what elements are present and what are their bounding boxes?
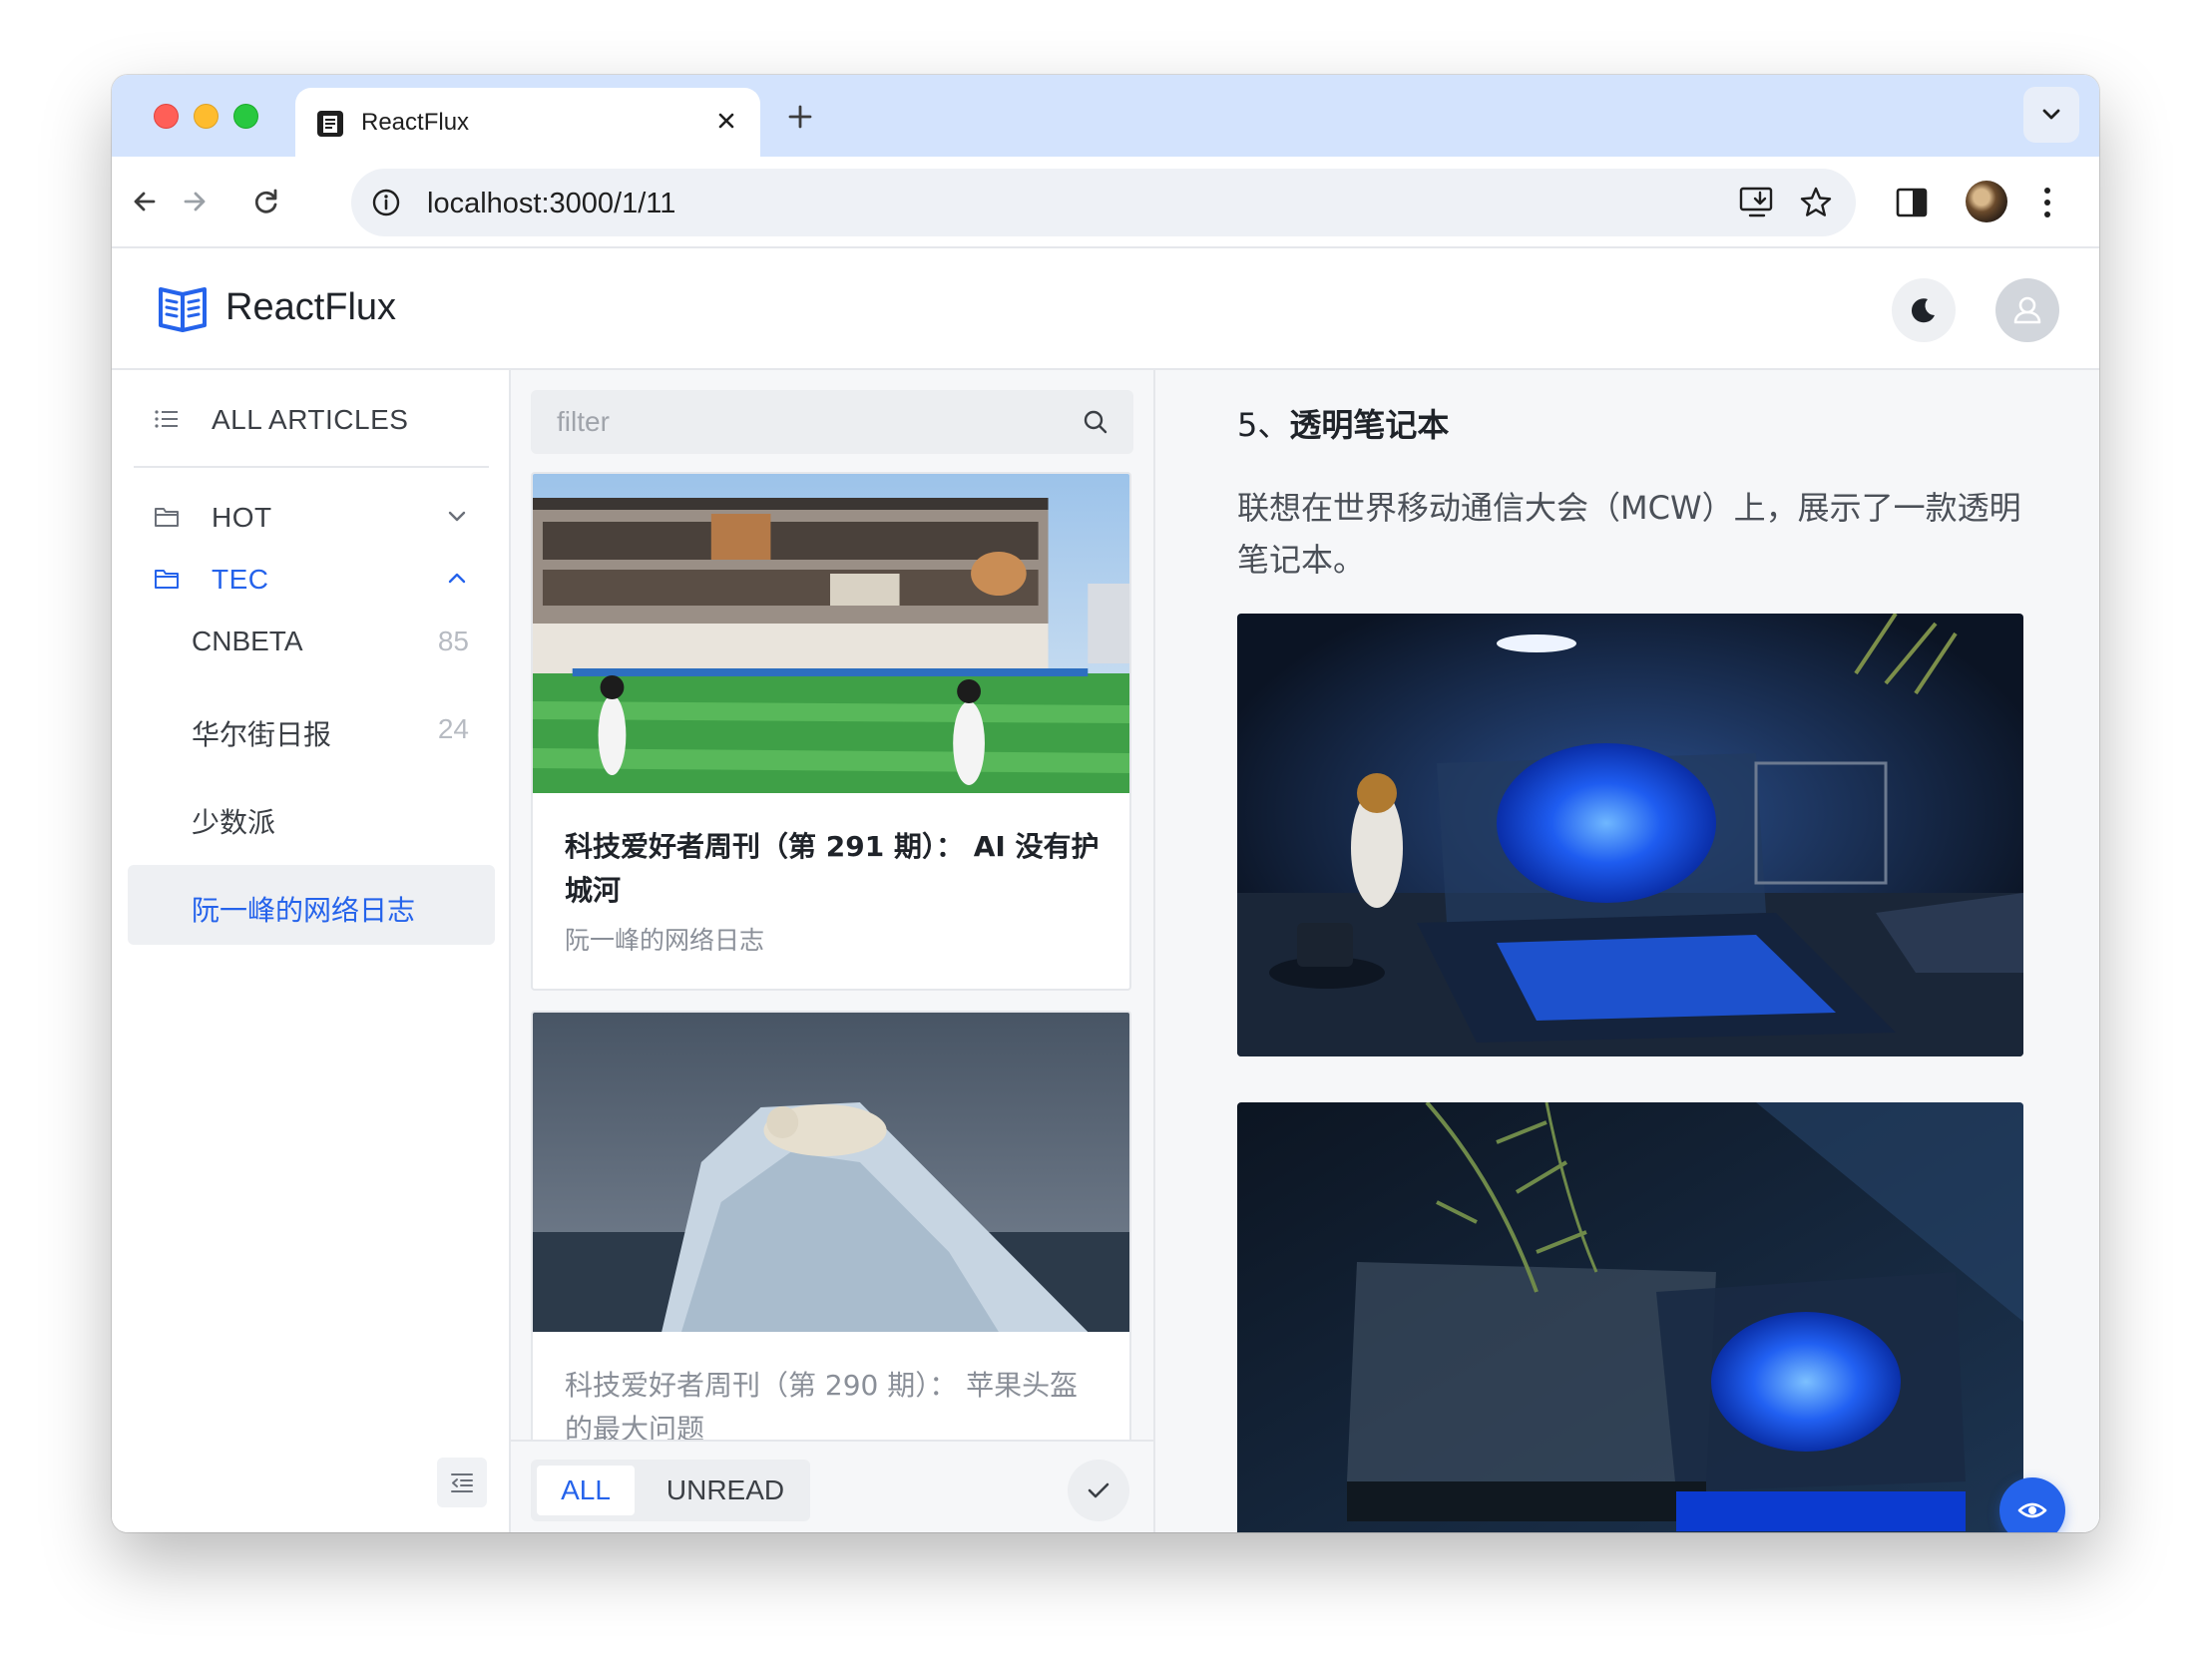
- content-image: [1237, 1102, 2023, 1532]
- feed-item-sspai[interactable]: 少数派: [128, 777, 495, 857]
- maximize-window-button[interactable]: [233, 104, 258, 129]
- close-window-button[interactable]: [154, 104, 179, 129]
- sidebar-category-hot[interactable]: HOT: [112, 482, 511, 552]
- new-tab-icon[interactable]: [780, 97, 820, 137]
- filter-unread-tab[interactable]: UNREAD: [651, 1466, 800, 1515]
- filter-all-tab[interactable]: ALL: [537, 1466, 635, 1515]
- filter-box: [531, 390, 1133, 454]
- sidebar-divider: [134, 466, 489, 468]
- article-title: 科技爱好者周刊（第 291 期）： AI 没有护城河: [565, 830, 1100, 907]
- read-filter-segment: ALL UNREAD: [531, 1460, 810, 1521]
- theme-toggle-button[interactable]: [1892, 278, 1956, 342]
- chevron-down-icon: [2042, 109, 2060, 120]
- app: ReactFlux ALL ARTICLES HOT TEC CNBETA 85…: [112, 248, 2099, 1532]
- sidebar-item-label: ALL ARTICLES: [212, 404, 409, 435]
- article-title: 科技爱好者周刊（第 290 期）： 苹果头盔的最大问题: [565, 1369, 1079, 1446]
- sidebar-category-label: HOT: [212, 502, 272, 533]
- tab-title: ReactFlux: [361, 109, 470, 136]
- search-icon[interactable]: [1082, 408, 1109, 436]
- sidebar-category-label: TEC: [212, 564, 269, 595]
- article-source: 阮一峰的网络日志: [565, 926, 765, 955]
- content-heading-text: 透明笔记本: [1289, 406, 1450, 444]
- profile-avatar[interactable]: [1966, 181, 2007, 222]
- content-heading-number: 5、: [1237, 406, 1290, 444]
- mark-all-read-button[interactable]: [1068, 1460, 1129, 1521]
- reload-button[interactable]: [241, 177, 291, 226]
- folder-icon: [155, 570, 179, 589]
- document-icon: [317, 111, 343, 137]
- unread-count: 24: [437, 713, 469, 744]
- app-header: ReactFlux: [112, 248, 2099, 370]
- content-heading: 5、透明笔记本: [1237, 400, 1449, 446]
- sidebar: ALL ARTICLES HOT TEC CNBETA 85 华尔街日报 24 …: [112, 370, 511, 1532]
- article-list-panel: 科技爱好者周刊（第 291 期）： AI 没有护城河 阮一峰的网络日志: [511, 370, 1155, 1532]
- unread-count: 85: [437, 626, 469, 656]
- tab-search-button[interactable]: [2023, 87, 2079, 143]
- filter-input[interactable]: [531, 390, 1070, 454]
- arrow-left-icon: [134, 192, 156, 211]
- feed-item-cnbeta[interactable]: CNBETA 85: [128, 602, 495, 681]
- more-vertical-icon[interactable]: [2037, 183, 2057, 222]
- user-menu-button[interactable]: [1995, 278, 2059, 342]
- bookmark-star-icon[interactable]: [1798, 185, 1834, 220]
- forward-button[interactable]: [170, 177, 220, 226]
- close-tab-icon[interactable]: [710, 105, 742, 137]
- moon-icon: [1911, 298, 1935, 323]
- url-text: localhost:3000/1/11: [427, 188, 676, 219]
- article-thumbnail: [533, 474, 1129, 793]
- back-button[interactable]: [120, 177, 170, 226]
- sidebar-item-all-articles[interactable]: ALL ARTICLES: [112, 384, 511, 454]
- chevron-up-icon[interactable]: [443, 565, 471, 593]
- arrow-right-icon: [184, 192, 206, 211]
- article-thumbnail: [533, 1013, 1129, 1332]
- address-bar[interactable]: localhost:3000/1/11: [351, 169, 1856, 236]
- side-panel-icon[interactable]: [1894, 185, 1930, 220]
- list-icon: [155, 410, 178, 428]
- eye-icon: [2017, 1502, 2047, 1518]
- minimize-window-button[interactable]: [194, 104, 219, 129]
- app-title: ReactFlux: [225, 286, 397, 328]
- toggle-preview-button[interactable]: [1999, 1477, 2065, 1532]
- chevron-down-icon[interactable]: [443, 503, 471, 531]
- feed-item-wsj[interactable]: 华尔街日报 24: [128, 689, 495, 769]
- browser-tab-bar: ReactFlux: [112, 75, 2099, 157]
- feed-label: 阮一峰的网络日志: [192, 895, 416, 926]
- browser-toolbar: localhost:3000/1/11: [112, 157, 2099, 248]
- indent-icon: [451, 1473, 473, 1492]
- folder-icon: [155, 508, 179, 527]
- book-logo-icon: [159, 287, 207, 332]
- check-icon: [1088, 1482, 1109, 1498]
- browser-tab[interactable]: ReactFlux: [295, 88, 760, 157]
- content-paragraph: 联想在世界移动通信大会（MCW）上，展示了一款透明笔记本。: [1237, 489, 2021, 579]
- feed-label: 华尔街日报: [192, 719, 332, 750]
- reload-icon: [254, 189, 277, 213]
- browser-window: ReactFlux localhost:3000/1/11 ReactFlux …: [112, 75, 2099, 1532]
- user-icon: [2013, 296, 2041, 324]
- article-content: 5、透明笔记本 联想在世界移动通信大会（MCW）上，展示了一款透明笔记本。: [1155, 370, 2099, 1532]
- info-icon[interactable]: [371, 188, 401, 217]
- list-footer: ALL UNREAD: [511, 1440, 1153, 1532]
- content-image: [1237, 614, 2023, 1056]
- feed-item-ruanyifeng[interactable]: 阮一峰的网络日志: [128, 865, 495, 945]
- collapse-sidebar-button[interactable]: [437, 1458, 487, 1507]
- feed-label: CNBETA: [192, 626, 303, 656]
- install-app-icon[interactable]: [1738, 185, 1776, 220]
- feed-label: 少数派: [192, 807, 276, 838]
- article-card[interactable]: 科技爱好者周刊（第 291 期）： AI 没有护城河 阮一峰的网络日志: [531, 472, 1131, 991]
